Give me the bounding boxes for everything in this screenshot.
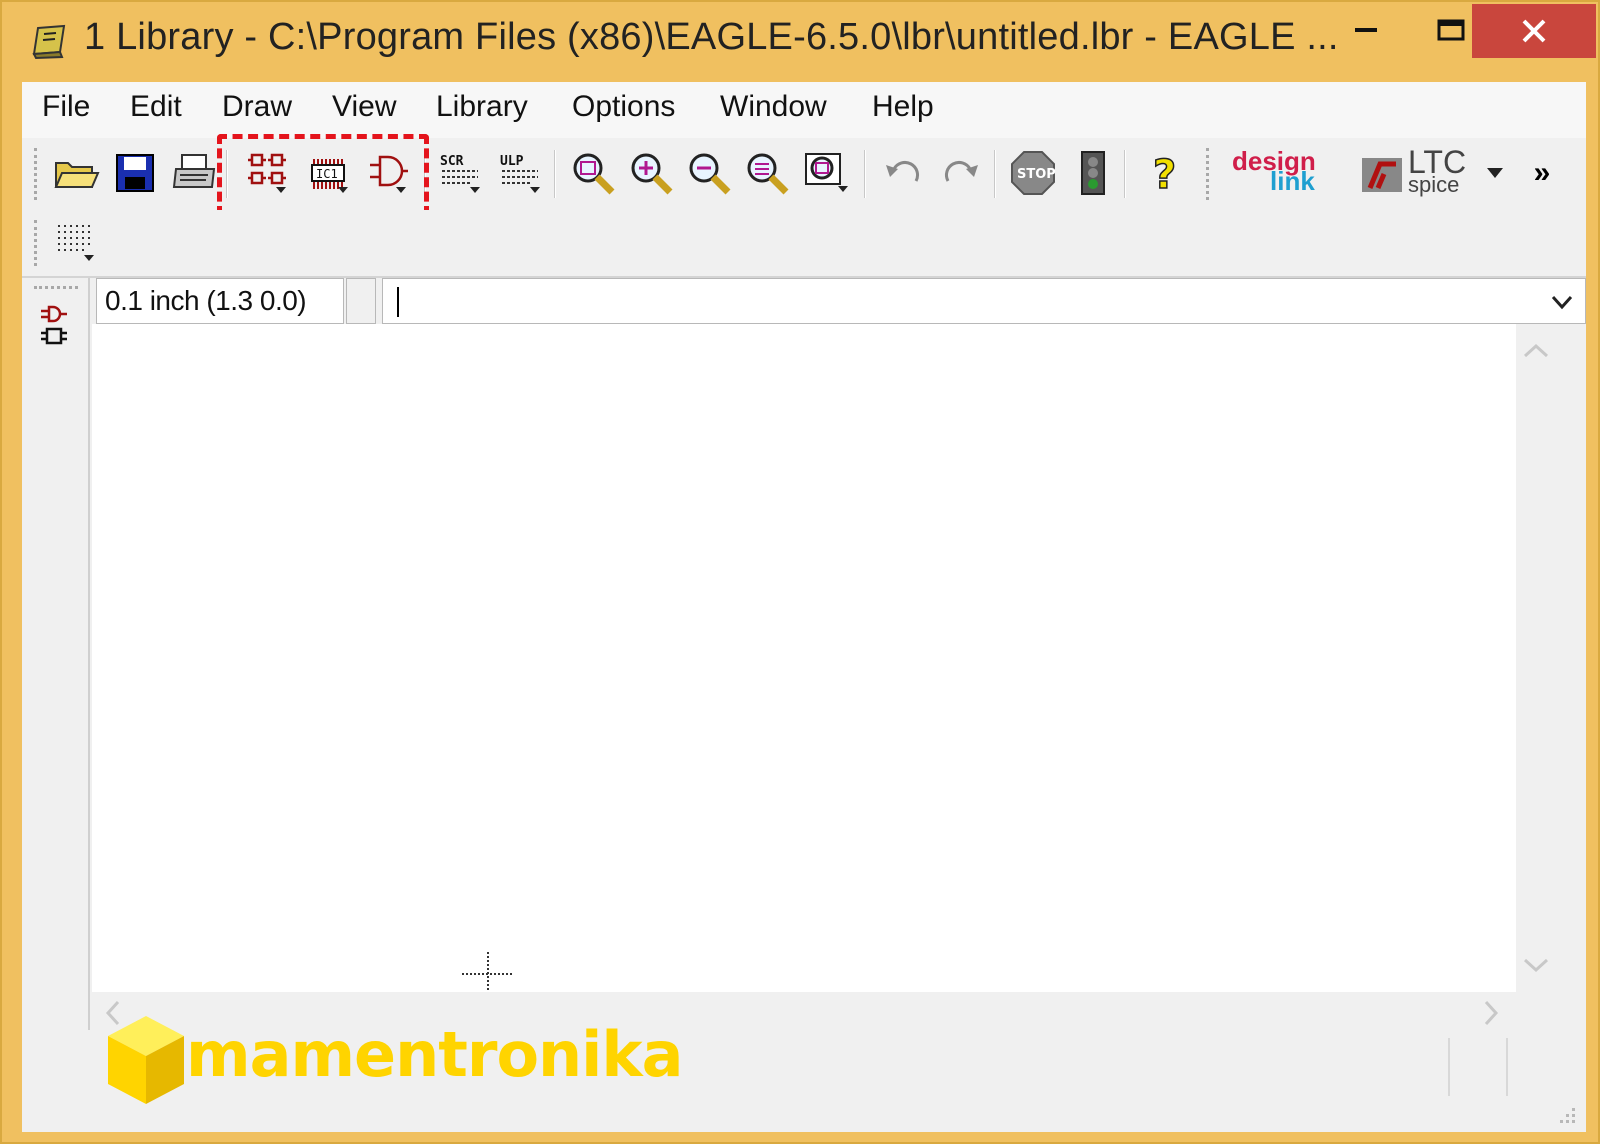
- zoom-select-icon: [805, 153, 848, 192]
- command-toolbar: [22, 278, 90, 1030]
- grid-button[interactable]: [52, 218, 102, 268]
- toolbar-overflow[interactable]: »: [1522, 148, 1562, 198]
- zoom-fit-button[interactable]: [568, 148, 618, 198]
- zoom-in-icon: [631, 153, 673, 195]
- command-line-input[interactable]: [382, 278, 1586, 324]
- coordinate-display: 0.1 inch (1.3 0.0): [96, 278, 344, 324]
- window-title: 1 Library - C:\Program Files (x86)\EAGLE…: [84, 16, 1339, 58]
- menu-options[interactable]: Options: [572, 90, 675, 124]
- zoom-in-button[interactable]: [626, 148, 676, 198]
- toolbar-separator: [554, 150, 556, 198]
- layer-indicator: [346, 278, 376, 324]
- save-button[interactable]: [110, 148, 160, 198]
- scroll-down-icon[interactable]: [1521, 956, 1551, 976]
- zoom-select-button[interactable]: [802, 148, 852, 198]
- ltc-logo-icon: [1362, 158, 1402, 192]
- highlight-box: [217, 134, 429, 216]
- toolbar-grip[interactable]: [34, 148, 41, 200]
- redraw-icon: [747, 153, 789, 195]
- close-button[interactable]: [1472, 4, 1596, 58]
- status-divider: [1506, 1038, 1508, 1096]
- redraw-button[interactable]: [742, 148, 792, 198]
- gate-icon: [41, 305, 67, 345]
- stop-button[interactable]: STOP: [1008, 148, 1058, 198]
- ulp-icon: ULP: [500, 154, 540, 193]
- script-button[interactable]: SCR: [436, 148, 486, 198]
- title-bar[interactable]: 1 Library - C:\Program Files (x86)\EAGLE…: [2, 2, 1598, 82]
- script-icon: SCR: [440, 154, 480, 193]
- svg-text:ULP: ULP: [500, 154, 524, 169]
- cube-logo-icon: [108, 1016, 184, 1104]
- minimize-icon: [1355, 28, 1377, 32]
- designlink-button[interactable]: design link: [1232, 146, 1352, 198]
- open-icon: [54, 162, 100, 188]
- close-icon: [1522, 19, 1546, 43]
- stop-icon: STOP: [1011, 151, 1056, 195]
- toolbar-grip[interactable]: [34, 220, 41, 266]
- menu-library[interactable]: Library: [436, 90, 528, 124]
- resize-grip-icon[interactable]: [1554, 1102, 1578, 1126]
- ltspice-button[interactable]: LTC spice: [1362, 144, 1482, 204]
- help-button[interactable]: ?: [1140, 148, 1190, 198]
- app-window: 1 Library - C:\Program Files (x86)\EAGLE…: [0, 0, 1600, 1144]
- scroll-up-icon[interactable]: [1521, 340, 1551, 360]
- go-button[interactable]: [1068, 148, 1118, 198]
- go-icon: [1081, 151, 1105, 195]
- undo-button[interactable]: [878, 148, 928, 198]
- chevron-down-icon[interactable]: [1547, 285, 1577, 319]
- menu-help[interactable]: Help: [872, 90, 934, 124]
- menu-window[interactable]: Window: [720, 90, 827, 124]
- menu-view[interactable]: View: [332, 90, 396, 124]
- brand-text: mamentronika: [186, 1018, 684, 1091]
- zoom-out-button[interactable]: [684, 148, 734, 198]
- open-button[interactable]: [52, 148, 102, 198]
- ulp-button[interactable]: ULP: [496, 148, 546, 198]
- ltc-line2: spice: [1408, 172, 1460, 197]
- toolbar-grip[interactable]: [34, 286, 78, 293]
- svg-text:STOP: STOP: [1017, 167, 1056, 182]
- save-icon: [116, 154, 154, 192]
- redo-button[interactable]: [936, 148, 986, 198]
- maximize-icon: [1437, 19, 1465, 41]
- brand-watermark: mamentronika: [102, 1014, 684, 1114]
- symbol-edit-button[interactable]: [30, 302, 80, 352]
- redo-icon: [944, 160, 978, 182]
- menu-draw[interactable]: Draw: [222, 90, 292, 124]
- client-area: File Edit Draw View Library Options Wind…: [22, 82, 1586, 1132]
- toolbar-separator: [1124, 150, 1126, 198]
- grid-icon: [58, 225, 94, 261]
- menu-file[interactable]: File: [42, 90, 90, 124]
- svg-text:SCR: SCR: [440, 154, 464, 169]
- status-divider: [1448, 1038, 1450, 1096]
- toolbar-grip[interactable]: [1206, 148, 1213, 200]
- print-button[interactable]: [170, 148, 220, 198]
- secondary-toolbar: [22, 210, 1586, 278]
- minimize-button[interactable]: [1328, 6, 1408, 56]
- print-icon: [172, 154, 216, 188]
- designlink-part2: link: [1270, 166, 1315, 196]
- toolbar-separator: [864, 150, 866, 198]
- menu-bar: File Edit Draw View Library Options Wind…: [22, 82, 1586, 138]
- zoom-fit-icon: [573, 153, 615, 195]
- chevron-down-icon: [1487, 168, 1503, 178]
- undo-icon: [886, 160, 920, 182]
- eagle-library-icon: [32, 24, 66, 60]
- vertical-scrollbar[interactable]: [1516, 324, 1556, 992]
- text-caret: [397, 287, 399, 317]
- help-icon: ?: [1152, 151, 1177, 196]
- toolbar-separator: [994, 150, 996, 198]
- svg-text:?: ?: [1153, 152, 1176, 196]
- menu-edit[interactable]: Edit: [130, 90, 182, 124]
- toolbar-dropdown[interactable]: [1480, 148, 1510, 198]
- drawing-canvas[interactable]: [92, 324, 1516, 994]
- zoom-out-icon: [689, 153, 731, 195]
- scroll-right-icon[interactable]: [1482, 998, 1502, 1028]
